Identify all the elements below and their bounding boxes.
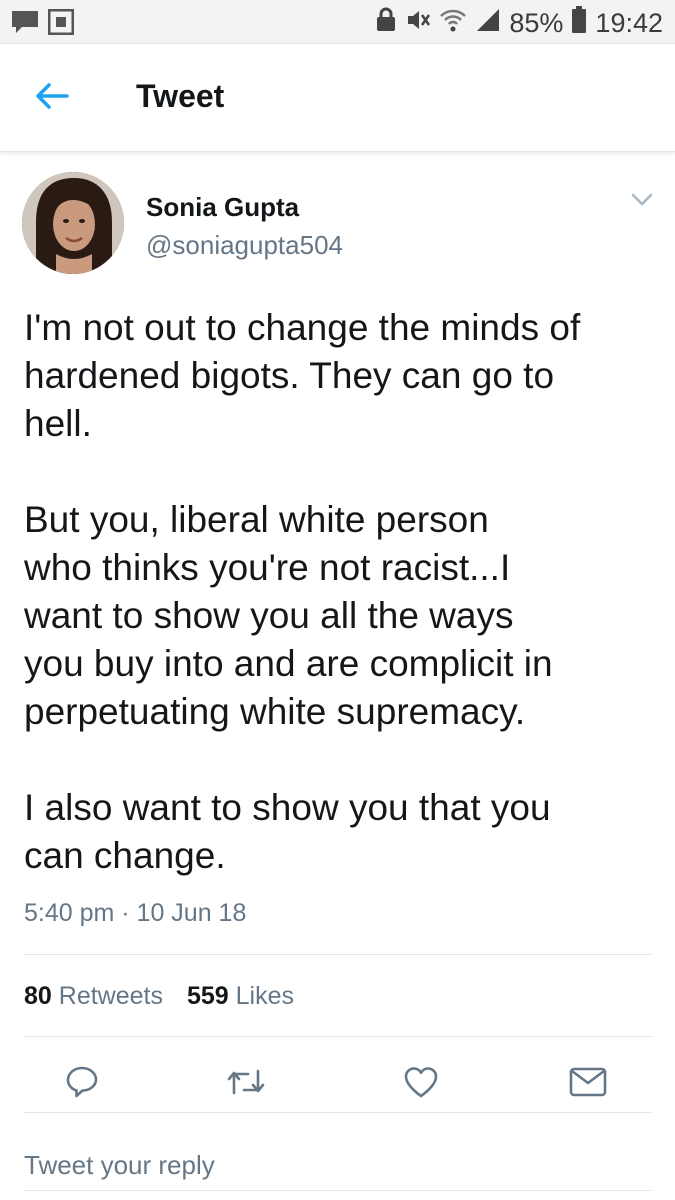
tweet-line: perpetuating white supremacy. — [24, 691, 526, 732]
signal-icon — [475, 7, 501, 40]
more-options-button[interactable] — [627, 190, 657, 214]
tweet-line: who thinks you're not racist...I — [24, 547, 511, 588]
clock: 19:42 — [595, 8, 663, 38]
retweet-icon — [226, 1067, 266, 1102]
chevron-down-icon — [631, 193, 653, 212]
tweet-timestamp: 5:40 pm · 10 Jun 18 — [24, 899, 247, 927]
chat-icon — [10, 9, 40, 40]
retweets-stat[interactable]: 80 Retweets — [24, 982, 163, 1011]
status-bar-left — [10, 8, 75, 40]
author-handle[interactable]: @soniagupta504 — [146, 230, 343, 261]
reply-input[interactable] — [24, 1140, 652, 1190]
retweet-button[interactable] — [224, 1062, 268, 1106]
page-title: Tweet — [136, 78, 225, 114]
like-icon — [403, 1066, 439, 1103]
wifi-icon — [439, 7, 467, 40]
reply-button[interactable] — [60, 1062, 104, 1106]
retweets-label: Retweets — [58, 982, 163, 1010]
reply-icon — [65, 1065, 99, 1104]
retweets-count: 80 — [24, 982, 52, 1010]
tweet-line: want to show you all the ways — [24, 595, 514, 636]
tweet-paragraph: I'm not out to change the minds of harde… — [24, 304, 656, 448]
divider — [24, 1112, 652, 1113]
tweet-line: you buy into and are complicit in — [24, 643, 553, 684]
tweet-text: I'm not out to change the minds of harde… — [24, 304, 656, 880]
action-bar — [24, 1062, 652, 1106]
likes-label: Likes — [235, 982, 295, 1010]
divider — [24, 1036, 652, 1037]
likes-stat[interactable]: 559 Likes — [187, 982, 294, 1011]
tweet-line: I also want to show you that you — [24, 787, 551, 828]
gallery-icon — [47, 8, 75, 40]
tweet-stats: 80 Retweets 559 Likes — [24, 982, 294, 1011]
lock-icon — [375, 7, 397, 40]
battery-percentage: 85% — [509, 8, 564, 38]
like-button[interactable] — [399, 1062, 443, 1106]
tweet-line: I'm not out to change the minds of — [24, 307, 581, 348]
direct-message-button[interactable] — [566, 1062, 610, 1106]
tweet-line: hardened bigots. They can go to — [24, 355, 555, 396]
tweet-paragraph: But you, liberal white person who thinks… — [24, 496, 656, 736]
back-arrow-icon — [35, 82, 69, 114]
status-bar: 85% 19:42 — [0, 0, 675, 44]
likes-count: 559 — [186, 982, 229, 1010]
tweet-line: But you, liberal white person — [24, 499, 489, 540]
app-header: Tweet — [0, 44, 675, 152]
mute-icon — [405, 7, 431, 40]
divider — [24, 1190, 652, 1191]
avatar[interactable] — [22, 172, 124, 274]
tweet-line: can change. — [24, 835, 226, 876]
back-button[interactable] — [30, 76, 74, 120]
divider — [24, 954, 652, 955]
tweet-paragraph: I also want to show you that you can cha… — [24, 784, 656, 880]
status-bar-right: 85% 19:42 — [375, 6, 663, 41]
tweet-line: hell. — [24, 403, 92, 444]
battery-icon — [571, 6, 587, 41]
message-icon — [569, 1067, 607, 1102]
author-name[interactable]: Sonia Gupta — [146, 192, 299, 223]
